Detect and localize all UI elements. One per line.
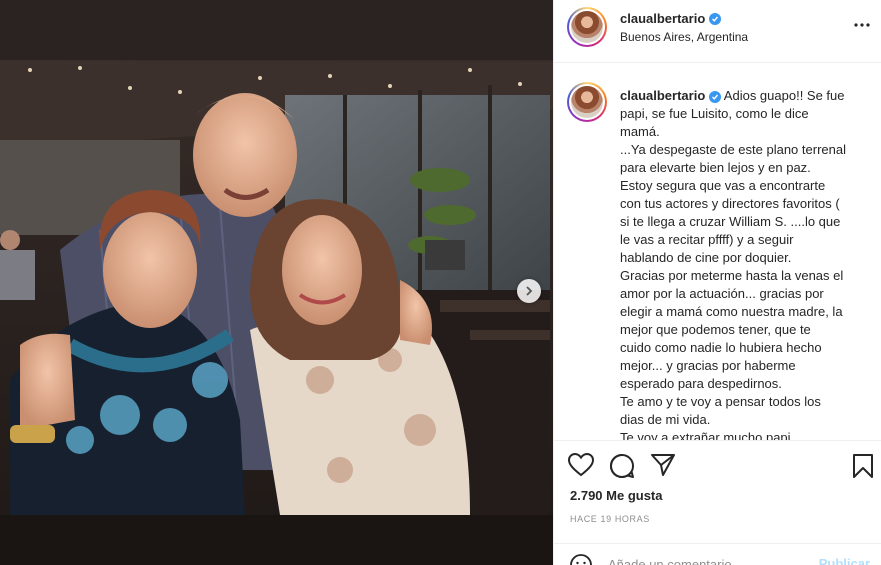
caption-first-line: claualbertario Adios guapo!! Se fue: [620, 87, 866, 105]
next-photo-button[interactable]: [517, 279, 541, 303]
verified-badge-icon: [709, 12, 722, 25]
caption-text: claualbertario Adios guapo!! Se fue papi…: [620, 87, 866, 440]
caption-line: para elevarte bien lejos y en paz.: [620, 160, 811, 175]
caption-line: si te llega a cruzar William S. ....lo q…: [620, 214, 841, 229]
caption-section: claualbertario Adios guapo!! Se fue papi…: [554, 64, 881, 440]
paper-plane-icon: [651, 454, 675, 476]
caption-line: amor por la actuación... gracias por: [620, 286, 824, 301]
comment-input[interactable]: [608, 554, 808, 565]
caption-line: con tus actores y directores favoritos (: [620, 196, 840, 211]
header-username-row[interactable]: claualbertario: [620, 11, 722, 26]
avatar[interactable]: [567, 82, 607, 122]
emoji-button[interactable]: [570, 554, 592, 565]
post-media[interactable]: [0, 0, 553, 565]
verified-badge-icon: [708, 91, 721, 103]
like-button[interactable]: [567, 452, 595, 482]
avatar[interactable]: [567, 7, 607, 47]
bookmark-icon: [853, 454, 873, 478]
caption-line: Adios guapo!! Se fue: [723, 88, 845, 103]
post-panel: claualbertario Buenos Aires, Argentina c…: [553, 0, 881, 565]
post-photo: [0, 0, 553, 565]
location[interactable]: Buenos Aires, Argentina: [620, 30, 748, 44]
caption-line: elegir a mamá como nuestra madre, la: [620, 304, 843, 319]
more-options-button[interactable]: [853, 16, 871, 39]
post-header: claualbertario Buenos Aires, Argentina: [554, 0, 881, 63]
action-bar: 2.790 Me gusta HACE 19 HORAS Publicar: [554, 440, 881, 565]
caption-line: esperado para despedirnos.: [620, 376, 782, 391]
caption-line: Te amo y te voy a pensar todos los: [620, 394, 821, 409]
comment-row: Publicar: [554, 543, 881, 565]
caption-line: mamá.: [620, 124, 660, 139]
more-options-icon: [854, 23, 870, 27]
save-button[interactable]: [852, 453, 874, 484]
caption-line: Gracias por meterme hasta la venas el: [620, 268, 844, 283]
share-button[interactable]: [650, 453, 676, 482]
caption-line: hablando de cine por doquier.: [620, 250, 792, 265]
caption-line: le vas a recitar pffff) y a seguir: [620, 232, 794, 247]
chevron-right-icon: [526, 286, 533, 296]
username[interactable]: claualbertario: [620, 11, 705, 26]
caption-line: Te voy a extrañar mucho papi: [620, 430, 791, 440]
caption-line: cuido como nadie lo hubiera hecho: [620, 340, 822, 355]
caption-line: mejor... y gracias por haberme: [620, 358, 796, 373]
caption-username[interactable]: claualbertario: [620, 88, 705, 103]
smiley-icon: [570, 554, 592, 565]
caption-line: Estoy segura que vas a encontrarte: [620, 178, 826, 193]
comment-icon: [610, 453, 634, 478]
comment-button[interactable]: [609, 453, 635, 484]
caption-line: ...Ya despegaste de este plano terrenal: [620, 142, 846, 157]
caption-line: papi, se fue Luisito, como le dice: [620, 106, 809, 121]
post-timestamp[interactable]: HACE 19 HORAS: [570, 514, 650, 524]
heart-icon: [567, 452, 595, 477]
publish-button[interactable]: Publicar: [819, 556, 870, 565]
caption-line: dias de mi vida.: [620, 412, 711, 427]
caption-line: mejor que podemos tener, que te: [620, 322, 811, 337]
likes-count[interactable]: 2.790 Me gusta: [570, 488, 663, 503]
